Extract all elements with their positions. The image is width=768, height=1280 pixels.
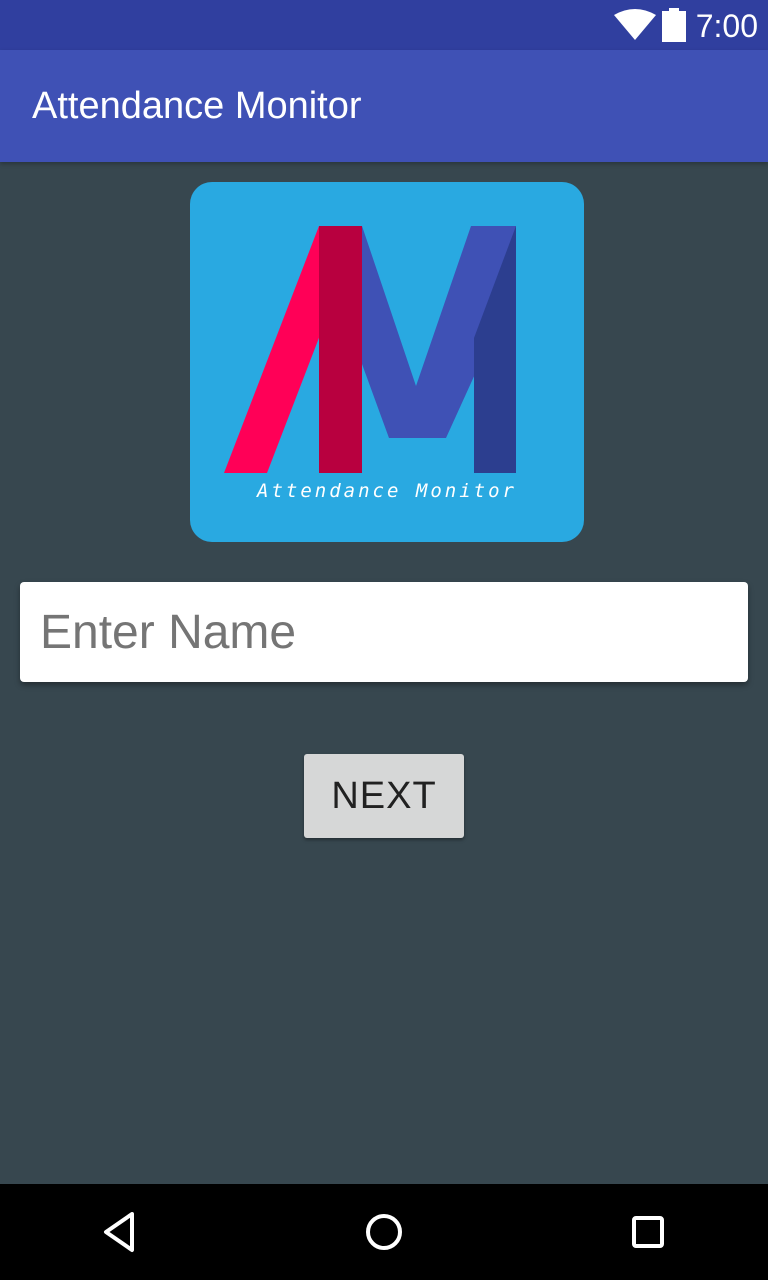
app-bar: Attendance Monitor: [0, 50, 768, 162]
navigation-bar: [0, 1184, 768, 1280]
logo-caption: Attendance Monitor: [257, 480, 517, 502]
battery-icon: [662, 8, 686, 42]
wifi-icon: [614, 9, 656, 40]
app-logo: Attendance Monitor: [190, 182, 584, 542]
back-icon[interactable]: [94, 1206, 146, 1258]
status-bar: 7:00: [0, 0, 768, 50]
page-title: Attendance Monitor: [32, 85, 362, 127]
next-button[interactable]: NEXT: [304, 754, 464, 838]
home-icon[interactable]: [358, 1206, 410, 1258]
name-input[interactable]: [20, 582, 748, 682]
recents-icon[interactable]: [622, 1206, 674, 1258]
status-time: 7:00: [695, 8, 758, 44]
